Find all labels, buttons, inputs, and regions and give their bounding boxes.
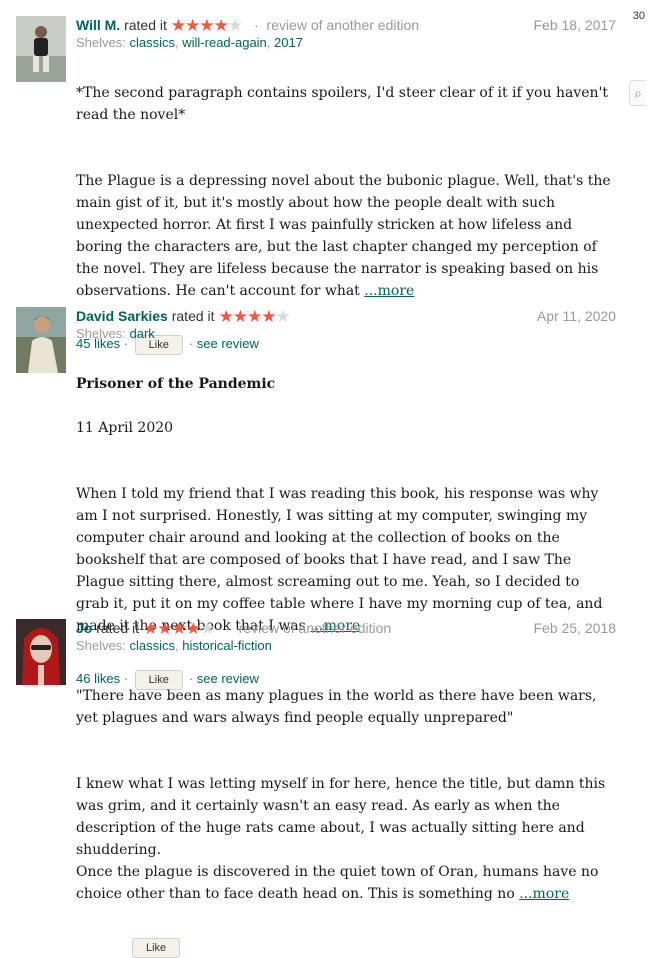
star-rating: ★★★★★	[170, 16, 243, 35]
review-paragraph: I knew what I was letting myself in for …	[76, 773, 616, 905]
like-button[interactable]: Like	[132, 938, 181, 958]
review-date-link[interactable]: Feb 18, 2017	[533, 16, 616, 34]
reviewer-name-link[interactable]: Jo	[76, 620, 92, 636]
edition-note: review of another edition	[266, 17, 420, 33]
avatar[interactable]	[16, 619, 66, 685]
star-filled-icon: ★	[157, 619, 172, 638]
star-filled-icon: ★	[170, 16, 186, 35]
review-header: David Sarkies rated it ★★★★★ Apr 11, 202…	[76, 307, 616, 326]
shelves-line: Shelves: classics, historical-fiction	[76, 638, 272, 653]
review-paragraph: The Plague is a depressing novel about t…	[76, 170, 616, 302]
shelf-link[interactable]: dark	[130, 326, 155, 341]
shelves-line: Shelves: dark	[76, 325, 616, 343]
shelf-link[interactable]: will-read-again	[182, 35, 267, 50]
review-paragraph-text: The Plague is a depressing novel about t…	[76, 173, 611, 299]
review-footer: Like	[76, 937, 616, 958]
star-rating: ★★★★★	[218, 307, 290, 326]
review-header: Will M. rated it ★★★★★ · review of anoth…	[76, 16, 616, 35]
star-filled-icon: ★	[199, 16, 214, 35]
star-filled-icon: ★	[171, 619, 186, 638]
search-icon[interactable]: ⌕	[629, 80, 646, 106]
star-empty-icon: ★	[275, 307, 290, 326]
shelves-line: Shelves: classics, will-read-again, 2017	[76, 35, 303, 50]
separator-dot: ·	[226, 620, 231, 636]
review-paragraph: *The second paragraph contains spoilers,…	[76, 85, 608, 123]
reviewer-name-link[interactable]: David Sarkies	[76, 308, 168, 324]
shelves-label: Shelves:	[76, 35, 126, 50]
star-empty-icon: ★	[199, 619, 215, 638]
shelf-link[interactable]: classics	[130, 638, 176, 653]
shelf-link[interactable]: 2017	[274, 35, 303, 50]
star-filled-icon: ★	[218, 307, 233, 326]
shelves-label: Shelves:	[76, 326, 126, 341]
star-empty-icon: ★	[227, 16, 243, 35]
star-filled-icon: ★	[185, 619, 201, 638]
avatar[interactable]	[16, 307, 66, 373]
edition-note: review of another edition	[238, 620, 392, 636]
review-text: "There have been as many plagues in the …	[76, 663, 616, 927]
star-rating: ★★★★★	[142, 619, 215, 638]
review-text: Prisoner of the Pandemic 11 April 2020 W…	[76, 351, 616, 659]
shelves-label: Shelves:	[76, 638, 126, 653]
review-paragraph-text: I knew what I was letting myself in for …	[76, 776, 606, 902]
rated-label: rated it	[124, 17, 167, 33]
star-filled-icon: ★	[213, 16, 229, 35]
review-subtitle: 11 April 2020	[76, 420, 174, 436]
review-paragraph: "There have been as many plagues in the …	[76, 688, 597, 726]
review-header: Jo rated it ★★★★★ · review of another ed…	[76, 619, 616, 638]
review-paragraph-text: When I told my friend that I was reading…	[76, 486, 603, 634]
rated-label: rated it	[171, 308, 215, 324]
star-filled-icon: ★	[185, 16, 200, 35]
review-date-link[interactable]: Feb 25, 2018	[533, 619, 616, 637]
edge-counter: 30	[632, 10, 645, 22]
separator-dot: ·	[253, 17, 259, 33]
reviewer-name-link[interactable]: Will M.	[76, 17, 120, 33]
more-link[interactable]: ...more	[519, 886, 569, 902]
more-link[interactable]: ...more	[364, 283, 414, 299]
star-filled-icon: ★	[261, 307, 276, 326]
star-filled-icon: ★	[142, 619, 158, 638]
review-paragraph: When I told my friend that I was reading…	[76, 483, 616, 637]
rated-label: rated it	[96, 620, 140, 636]
review-title: Prisoner of the Pandemic	[76, 376, 276, 392]
avatar[interactable]	[16, 16, 66, 82]
shelf-link[interactable]: historical-fiction	[182, 638, 272, 653]
review-text: *The second paragraph contains spoilers,…	[76, 60, 616, 324]
shelf-link[interactable]: classics	[130, 35, 176, 50]
review-date-link[interactable]: Apr 11, 2020	[537, 307, 616, 325]
star-filled-icon: ★	[232, 307, 248, 326]
star-filled-icon: ★	[246, 307, 262, 326]
